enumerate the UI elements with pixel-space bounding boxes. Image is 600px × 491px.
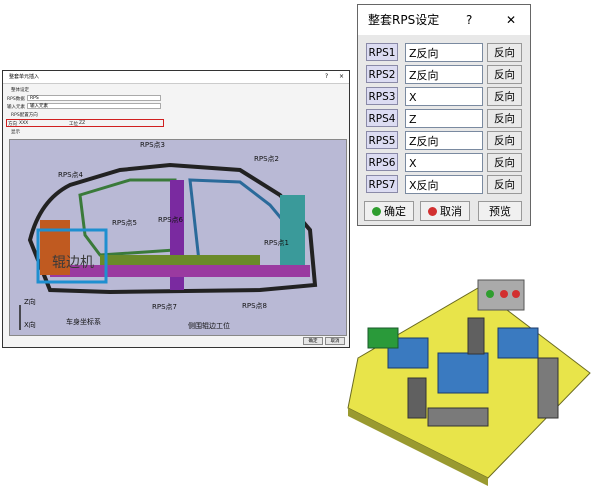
rps-help-icon[interactable]: ? xyxy=(466,5,472,35)
config-section: RPS配置方向 xyxy=(11,113,38,118)
rps7-reverse-button[interactable]: 反向 xyxy=(487,175,522,194)
rps5-reverse-button[interactable]: 反向 xyxy=(487,131,522,150)
rps-close-icon[interactable]: ✕ xyxy=(506,5,516,35)
rps6-label: RPS点6 xyxy=(158,216,183,224)
rps6-button[interactable]: RPS6 xyxy=(366,153,398,171)
rps2-button[interactable]: RPS2 xyxy=(366,65,398,83)
rps1-reverse-button[interactable]: 反向 xyxy=(487,43,522,62)
preview-canvas: RPS点3 RPS点2 RPS点4 RPS点5 RPS点6 RPS点1 RPS点… xyxy=(9,139,347,336)
x-axis-label: X向 xyxy=(24,321,36,329)
rps3-button[interactable]: RPS3 xyxy=(366,87,398,105)
rps1-button[interactable]: RPS1 xyxy=(366,43,398,61)
rps3-direction[interactable]: X xyxy=(405,87,483,106)
coord-caption: 车身坐标系 xyxy=(66,318,101,326)
fixture-3d-image xyxy=(347,279,591,486)
ok-button[interactable]: 确定 xyxy=(303,337,323,345)
rps-cancel-button[interactable]: 取消 xyxy=(420,201,470,221)
rps-dialog-title: 整套RPS设定 xyxy=(368,13,440,27)
input-label: 输入元素 xyxy=(7,105,25,110)
window-title: 整套单元插入 xyxy=(9,74,40,80)
hemming-machine-label: 辊边机 xyxy=(52,255,94,271)
rps2-label: RPS点2 xyxy=(254,155,279,163)
rps7-direction[interactable]: X反向 xyxy=(405,175,483,194)
input-field[interactable]: 输入元素 xyxy=(27,103,161,109)
help-button[interactable]: ? xyxy=(325,71,328,83)
rps4-button[interactable]: RPS4 xyxy=(366,109,398,127)
rps1-direction[interactable]: Z反向 xyxy=(405,43,483,62)
rps-dialog: 整套RPS设定 ? ✕ RPS1 Z反向 反向 RPS2 Z反向 反向 RPS3… xyxy=(357,4,531,226)
rps7-label: RPS点7 xyxy=(152,303,177,311)
rps1-label: RPS点1 xyxy=(264,239,289,247)
rps5-button[interactable]: RPS5 xyxy=(366,131,398,149)
rps-field[interactable]: RPS xyxy=(27,95,161,101)
direction-group: 方向 XXX 工位 ZZ xyxy=(6,119,164,127)
rps5-label: RPS点5 xyxy=(112,219,137,227)
station-label: 工位 xyxy=(69,122,78,127)
rps-preview-button[interactable]: 预览 xyxy=(478,201,522,221)
rps-cancel-label: 取消 xyxy=(440,205,462,218)
rps3-reverse-button[interactable]: 反向 xyxy=(487,87,522,106)
rps4-reverse-button[interactable]: 反向 xyxy=(487,109,522,128)
insert-window: 整套单元插入 ? × 整体设定 RPS数据 RPS 输入元素 输入元素 RPS配… xyxy=(2,70,350,348)
rps-ok-button[interactable]: 确定 xyxy=(364,201,414,221)
display-label: 显示 xyxy=(11,130,20,135)
station-value[interactable]: ZZ xyxy=(79,121,85,126)
rps3-label: RPS点3 xyxy=(140,141,165,149)
rps2-reverse-button[interactable]: 反向 xyxy=(487,65,522,84)
rps8-label: RPS点8 xyxy=(242,302,267,310)
direction-label: 方向 xyxy=(8,122,17,127)
rps5-direction[interactable]: Z反向 xyxy=(405,131,483,150)
z-axis-label: Z向 xyxy=(24,298,36,306)
rps6-reverse-button[interactable]: 反向 xyxy=(487,153,522,172)
cancel-icon xyxy=(428,207,437,216)
section-basic: 整体设定 xyxy=(11,88,29,93)
rps6-direction[interactable]: X xyxy=(405,153,483,172)
rps4-direction[interactable]: Z xyxy=(405,109,483,128)
window-titlebar: 整套单元插入 ? × xyxy=(3,71,349,84)
rps4-label: RPS点4 xyxy=(58,171,83,179)
rps-dialog-body: RPS1 Z反向 反向 RPS2 Z反向 反向 RPS3 X 反向 RPS4 Z… xyxy=(358,35,530,225)
close-button[interactable]: × xyxy=(339,71,344,83)
station-caption: 侧围辊边工位 xyxy=(188,322,230,330)
rps7-button[interactable]: RPS7 xyxy=(366,175,398,193)
rps2-direction[interactable]: Z反向 xyxy=(405,65,483,84)
rps-label: RPS数据 xyxy=(7,97,25,102)
rps-dialog-titlebar: 整套RPS设定 ? ✕ xyxy=(358,5,530,35)
rps-ok-label: 确定 xyxy=(384,205,406,218)
ok-icon xyxy=(372,207,381,216)
direction-value[interactable]: XXX xyxy=(19,121,28,126)
